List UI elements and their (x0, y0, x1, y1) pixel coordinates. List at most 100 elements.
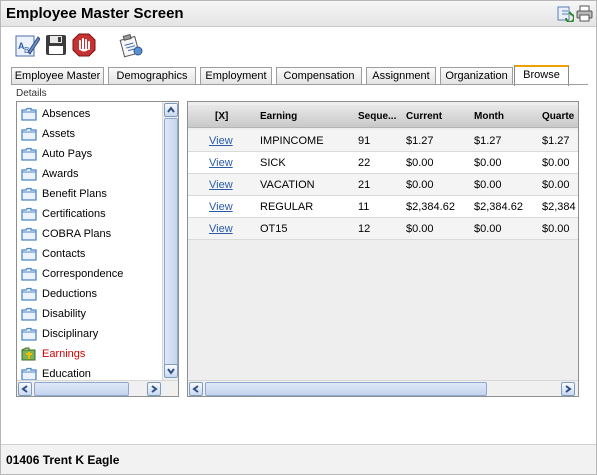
edit-tool-button[interactable]: A B (14, 32, 41, 58)
grid-scroll-right-button[interactable] (561, 382, 575, 396)
tree-item-auto-pays[interactable]: Auto Pays (21, 145, 92, 163)
current-cell: $0.00 (406, 179, 434, 191)
current-cell: $0.00 (406, 157, 434, 169)
tree-item-label: Absences (42, 108, 91, 120)
earning-cell: IMPINCOME (260, 135, 324, 147)
details-tree: Absences Assets Auto Pays Awards Benefit Pla… (16, 101, 179, 397)
chevron-up-icon (167, 106, 175, 113)
grid-header: [X] Earning Seque... Current Month Quart… (188, 105, 578, 128)
column-header-earning[interactable]: Earning (260, 111, 297, 122)
tree-item-correspondence[interactable]: Correspondence (21, 265, 123, 283)
current-cell: $1.27 (406, 135, 434, 147)
tree-hscroll-thumb[interactable] (34, 382, 129, 396)
tree-item-deductions[interactable]: Deductions (21, 285, 97, 303)
tab-browse[interactable]: Browse (514, 65, 569, 86)
tree-item-absences[interactable]: Absences (21, 105, 90, 123)
folder-icon (21, 187, 37, 201)
tree-scroll-thumb[interactable] (164, 118, 178, 366)
view-link[interactable]: View (209, 157, 233, 169)
scroll-left-button[interactable] (18, 382, 32, 396)
tree-item-disability[interactable]: Disability (21, 305, 86, 323)
chevron-down-icon (167, 368, 175, 375)
tree-item-label: Earnings (42, 348, 86, 360)
stop-icon (72, 33, 96, 57)
tree-item-awards[interactable]: Awards (21, 165, 78, 183)
folder-icon (21, 327, 37, 341)
window-title: Employee Master Screen (6, 5, 184, 22)
quarter-cell: $0.00 (542, 223, 570, 235)
earning-cell: SICK (260, 157, 286, 169)
folder-icon (21, 267, 37, 281)
print-icon[interactable] (576, 5, 593, 22)
column-header-select[interactable]: [X] (215, 111, 228, 122)
table-row: View SICK 22 $0.00 $0.00 $0.00 (188, 152, 578, 174)
table-row: View REGULAR 11 $2,384.62 $2,384.62 $2,384 (188, 196, 578, 218)
edit-form-icon: A B (15, 35, 41, 57)
table-row: View OT15 12 $0.00 $0.00 $0.00 (188, 218, 578, 240)
tree-item-assets[interactable]: Assets (21, 125, 75, 143)
view-link[interactable]: View (209, 223, 233, 235)
tree-item-label: Correspondence (42, 268, 124, 280)
scroll-right-button[interactable] (147, 382, 161, 396)
tree-item-label: COBRA Plans (42, 228, 112, 240)
folder-icon (21, 207, 37, 221)
tree-item-earnings[interactable]: Earnings (21, 345, 85, 363)
scroll-down-button[interactable] (164, 364, 178, 378)
tab-assignment[interactable]: Assignment (366, 67, 436, 85)
column-header-quarter[interactable]: Quarte (542, 111, 574, 122)
folder-icon (21, 107, 37, 121)
tree-item-contacts[interactable]: Contacts (21, 245, 85, 263)
grid-scroll-left-button[interactable] (189, 382, 203, 396)
refresh-icon[interactable] (557, 5, 575, 23)
folder-icon (21, 247, 37, 261)
view-link[interactable]: View (209, 201, 233, 213)
save-icon (46, 35, 66, 55)
details-label: Details (16, 88, 47, 99)
sequence-cell: 22 (358, 157, 371, 169)
toolbar: A B (1, 28, 596, 64)
tree-item-label: Benefit Plans (42, 188, 107, 200)
quarter-cell: $2,384 (542, 201, 576, 213)
stop-button[interactable] (71, 32, 97, 58)
quarter-cell: $0.00 (542, 179, 570, 191)
tab-demographics[interactable]: Demographics (108, 67, 196, 85)
view-link[interactable]: View (209, 179, 233, 191)
view-link[interactable]: View (209, 135, 233, 147)
tasks-button[interactable] (118, 32, 144, 58)
tree-horizontal-scrollbar[interactable] (17, 380, 178, 396)
grid-horizontal-scrollbar[interactable] (188, 380, 578, 396)
tree-item-disciplinary[interactable]: Disciplinary (21, 325, 98, 343)
tab-compensation[interactable]: Compensation (276, 67, 362, 85)
current-cell: $0.00 (406, 223, 434, 235)
folder-icon (21, 227, 37, 241)
scroll-up-button[interactable] (164, 103, 178, 117)
tab-employment[interactable]: Employment (200, 67, 272, 85)
column-header-current[interactable]: Current (406, 111, 442, 122)
tree-item-label: Deductions (42, 288, 98, 300)
tab-divider (11, 84, 588, 85)
employee-name: 01406 Trent K Eagle (6, 453, 120, 467)
open-folder-icon (21, 347, 37, 361)
folder-icon (21, 367, 37, 381)
column-header-month[interactable]: Month (474, 111, 504, 122)
quarter-cell: $1.27 (542, 135, 570, 147)
tab-employee-master[interactable]: Employee Master (11, 67, 104, 85)
tree-item-certifications[interactable]: Certifications (21, 205, 106, 223)
chevron-right-icon (565, 385, 572, 393)
month-cell: $0.00 (474, 157, 502, 169)
sequence-cell: 91 (358, 135, 371, 147)
save-button[interactable] (43, 32, 69, 58)
earning-cell: REGULAR (260, 201, 314, 213)
tree-item-cobra-plans[interactable]: COBRA Plans (21, 225, 111, 243)
quarter-cell: $0.00 (542, 157, 570, 169)
tree-item-label: Disability (42, 308, 87, 320)
tree-item-benefit-plans[interactable]: Benefit Plans (21, 185, 107, 203)
column-header-sequence[interactable]: Seque... (358, 111, 396, 122)
chevron-right-icon (151, 385, 158, 393)
grid-hscroll-thumb[interactable] (205, 382, 487, 396)
tree-vertical-scrollbar[interactable] (162, 102, 178, 380)
tab-organization[interactable]: Organization (440, 67, 513, 85)
tree-item-label: Contacts (42, 248, 86, 260)
title-bar: Employee Master Screen (1, 1, 596, 27)
tree-item-label: Auto Pays (42, 148, 93, 160)
